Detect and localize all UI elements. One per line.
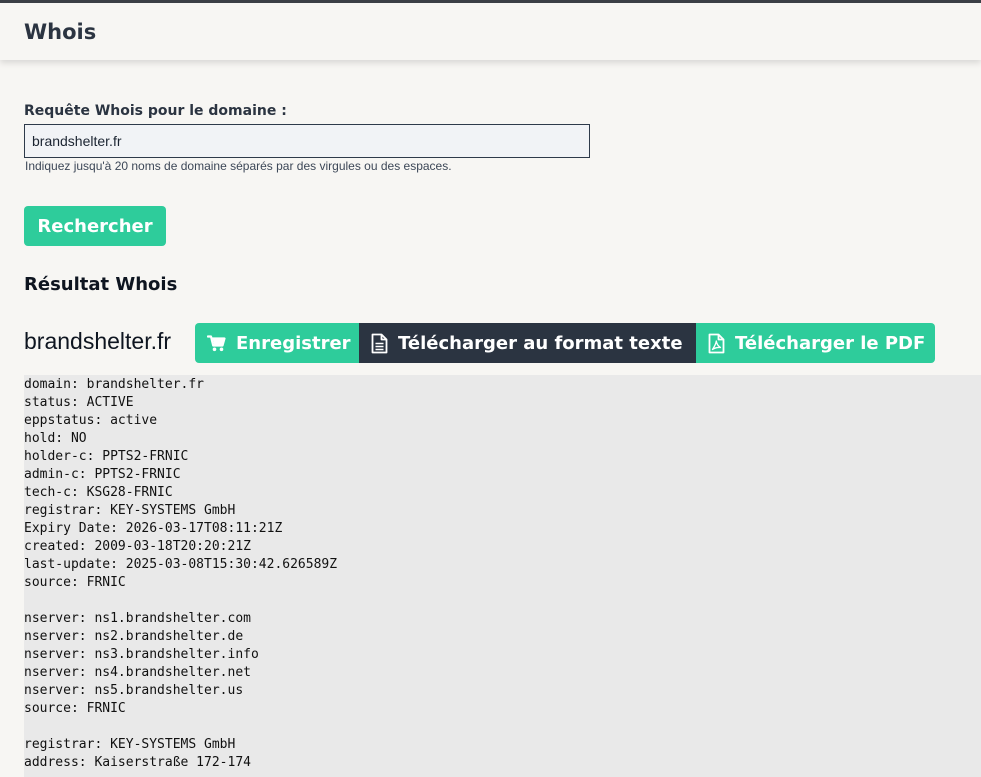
whois-line: admin-c: PPTS2-FRNIC — [24, 467, 181, 482]
page-title: Whois — [24, 20, 97, 44]
whois-line: hold: NO — [24, 431, 87, 446]
whois-output: domain: brandshelter.fr status: ACTIVE epp… — [24, 375, 981, 777]
whois-line: status: ACTIVE — [24, 395, 134, 410]
whois-line — [24, 592, 981, 610]
whois-line: tech-c: KSG28-FRNIC — [24, 485, 173, 500]
whois-line: source: FRNIC — [24, 701, 126, 716]
download-pdf-button[interactable]: Télécharger le PDF — [696, 323, 935, 363]
shopping-cart-icon — [207, 334, 226, 351]
search-button[interactable]: Rechercher — [24, 206, 166, 246]
download-text-button[interactable]: Télécharger au format texte — [359, 323, 696, 363]
top-bar: Whois — [0, 0, 981, 60]
whois-line: nserver: ns2.brandshelter.de — [24, 629, 244, 644]
whois-line: domain: brandshelter.fr — [24, 377, 205, 392]
result-actions: Enregistrer Télécharger au format texte … — [195, 323, 935, 363]
whois-line: source: FRNIC — [24, 575, 126, 590]
whois-line: address: Kaiserstraße 172-174 — [24, 755, 251, 770]
whois-line: holder-c: PPTS2-FRNIC — [24, 449, 189, 464]
whois-line: created: 2009-03-18T20:20:21Z — [24, 539, 251, 554]
whois-line — [24, 718, 981, 736]
result-heading: Résultat Whois — [24, 274, 178, 295]
whois-line: nserver: ns5.brandshelter.us — [24, 683, 244, 698]
whois-line: nserver: ns4.brandshelter.net — [24, 665, 251, 680]
result-domain-name: brandshelter.fr — [24, 328, 172, 354]
whois-line: registrar: KEY-SYSTEMS GmbH — [24, 737, 236, 752]
whois-line: nserver: ns3.brandshelter.info — [24, 647, 259, 662]
whois-line: last-update: 2025-03-08T15:30:42.626589Z — [24, 557, 338, 572]
register-button-label: Enregistrer — [236, 332, 351, 354]
whois-line: eppstatus: active — [24, 413, 158, 428]
download-text-button-label: Télécharger au format texte — [398, 332, 683, 354]
text-file-icon — [371, 333, 388, 353]
whois-line: nserver: ns1.brandshelter.com — [24, 611, 251, 626]
domain-input[interactable] — [24, 124, 590, 158]
whois-line: registrar: KEY-SYSTEMS GmbH — [24, 503, 236, 518]
register-button[interactable]: Enregistrer — [195, 323, 359, 363]
download-pdf-button-label: Télécharger le PDF — [735, 332, 926, 354]
whois-line: Expiry Date: 2026-03-17T08:11:21Z — [24, 521, 283, 536]
pdf-file-icon — [708, 333, 725, 353]
domain-field-label: Requête Whois pour le domaine : — [24, 103, 287, 119]
domain-input-hint: Indiquez jusqu'à 20 noms de domaine sépa… — [25, 159, 452, 173]
